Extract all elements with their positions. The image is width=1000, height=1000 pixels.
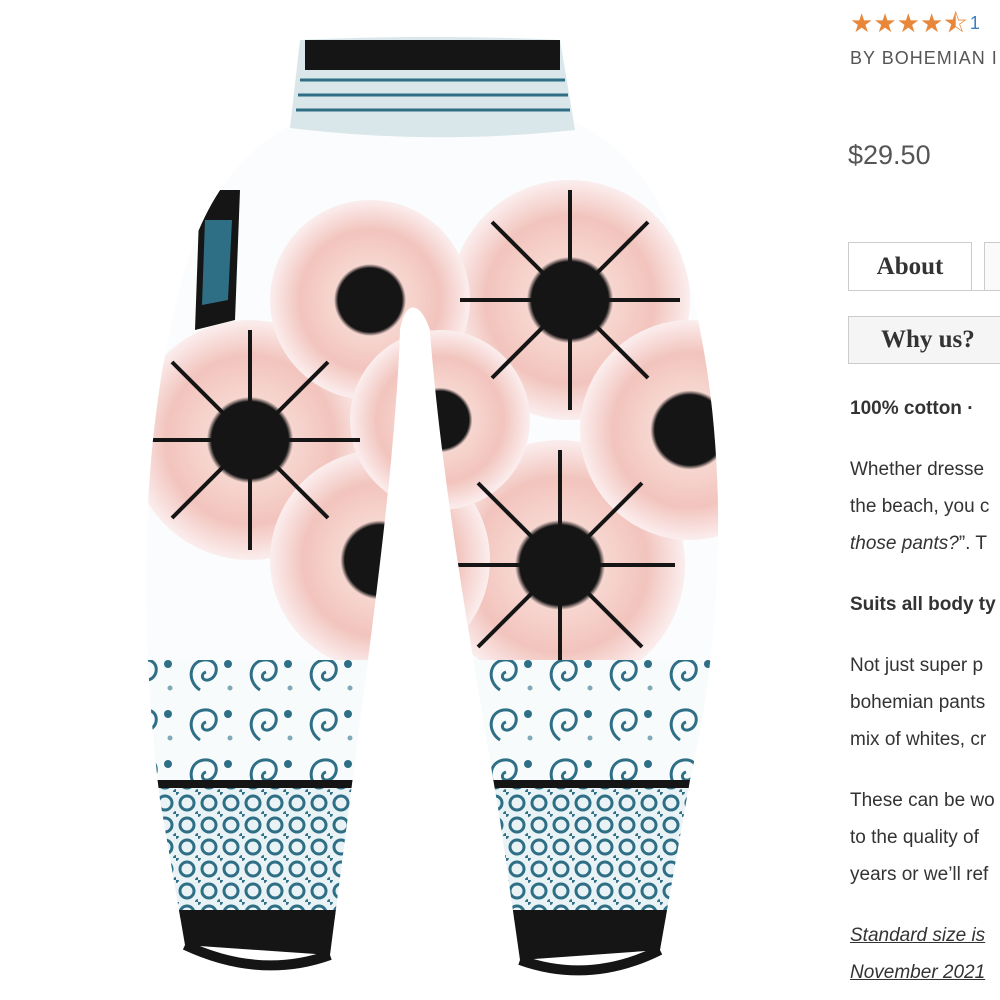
star-filled-icon: ★ <box>896 8 920 38</box>
star-half-icon: ⯪ <box>943 8 968 38</box>
size-note-link[interactable]: Standard size is <box>850 925 985 946</box>
tab-why-us[interactable]: Why us? <box>848 316 1000 364</box>
rating-row[interactable]: ★ ★ ★ ★ ⯪ 1 <box>850 8 980 38</box>
tab-next[interactable] <box>984 242 1000 290</box>
desc-line: ”. T <box>958 533 987 554</box>
desc-line: to the quality of <box>850 827 979 848</box>
harem-pants-illustration <box>146 37 719 976</box>
product-price: $29.50 <box>848 140 931 170</box>
desc-line: These can be wo <box>850 790 995 811</box>
review-count-link[interactable]: 1 <box>970 13 980 34</box>
desc-line: years or we’ll ref <box>850 864 989 885</box>
product-description: 100% cotton · Whether dresse the beach, … <box>850 390 1000 1000</box>
tab-about[interactable]: About <box>848 242 972 290</box>
desc-line: Whether dresse <box>850 459 985 480</box>
desc-line: bohemian pants <box>850 692 986 713</box>
desc-line: mix of whites, cr <box>850 729 987 750</box>
subheading: Suits all body ty <box>850 594 996 615</box>
desc-line: Not just super p <box>850 655 984 676</box>
star-filled-icon: ★ <box>919 8 944 38</box>
star-filled-icon: ★ <box>873 8 897 38</box>
brand-byline: BY BOHEMIAN I <box>850 48 998 68</box>
desc-line: the beach, you c <box>850 496 990 517</box>
waistband <box>290 37 575 138</box>
material-line: 100% cotton · <box>850 398 974 419</box>
star-filled-icon: ★ <box>850 8 874 38</box>
product-info-panel: ★ ★ ★ ★ ⯪ 1 BY BOHEMIAN I $29.50 About W… <box>848 0 1000 1000</box>
product-image[interactable] <box>0 0 820 1000</box>
desc-line-italic: those pants? <box>850 533 959 554</box>
tab-divider <box>848 290 1000 291</box>
size-note-link[interactable]: November 2021 <box>850 962 985 983</box>
